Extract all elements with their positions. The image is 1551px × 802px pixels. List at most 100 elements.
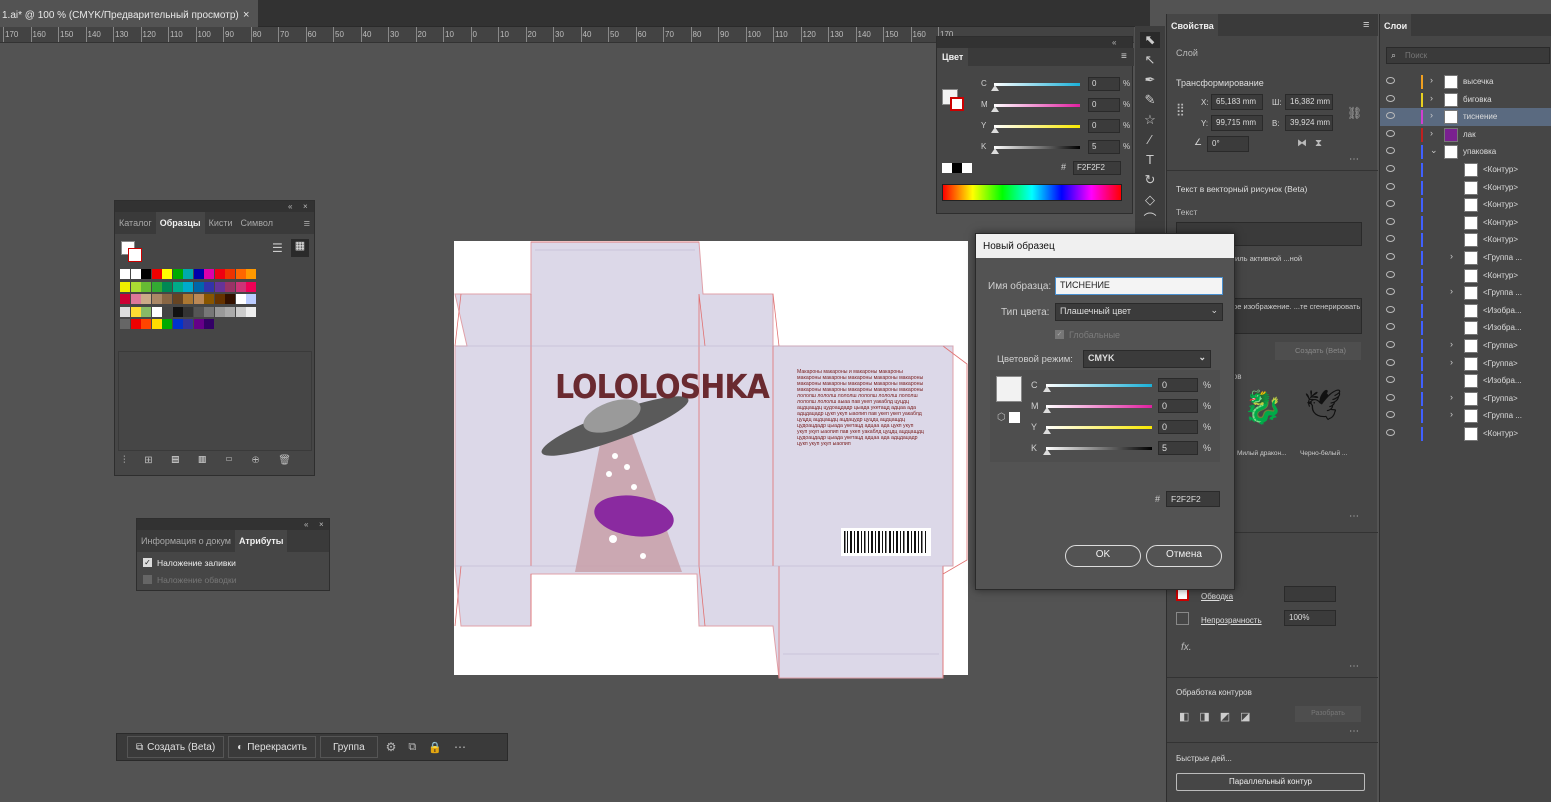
opacity-field[interactable]: 100% — [1284, 610, 1336, 626]
tab-layers[interactable]: Слои — [1380, 14, 1412, 36]
hex-input[interactable]: F2F2F2 — [1166, 491, 1220, 507]
visibility-eye-icon[interactable] — [1386, 94, 1395, 102]
swatch[interactable] — [120, 281, 130, 292]
swatch[interactable] — [141, 269, 151, 279]
channel-slider[interactable] — [1046, 384, 1152, 387]
collapse-icon[interactable]: « — [1112, 38, 1116, 47]
channel-value[interactable]: 0 — [1158, 399, 1198, 413]
swatch[interactable] — [141, 319, 151, 329]
channel-slider[interactable] — [994, 125, 1080, 128]
visibility-eye-icon[interactable] — [1386, 182, 1395, 190]
swatch[interactable] — [162, 269, 172, 279]
angle-field[interactable]: 0° — [1207, 136, 1249, 152]
layer-row[interactable]: › <Группа> — [1380, 355, 1551, 373]
swatch[interactable] — [172, 306, 183, 317]
stroke-swatch[interactable] — [128, 248, 142, 262]
tab-swatches[interactable]: Образцы — [155, 212, 205, 234]
layer-row[interactable]: › высечка — [1380, 73, 1551, 91]
more-options-icon[interactable]: ⋯ — [1349, 726, 1359, 737]
swatch[interactable] — [183, 269, 193, 279]
channel-value[interactable]: 0 — [1088, 119, 1120, 133]
slider-thumb[interactable] — [991, 85, 999, 91]
swatch-name-input[interactable]: ТИСНЕНИЕ — [1055, 277, 1223, 295]
swatch[interactable] — [183, 281, 193, 292]
swatch[interactable] — [193, 306, 204, 317]
swatch[interactable] — [141, 306, 151, 317]
swatch[interactable] — [130, 319, 141, 329]
close-icon[interactable]: × — [319, 520, 324, 529]
global-checkbox[interactable]: ✓ — [1055, 330, 1064, 339]
swatch[interactable] — [204, 281, 214, 292]
cancel-button[interactable]: Отмена — [1146, 545, 1222, 567]
swatch[interactable] — [130, 281, 141, 292]
visibility-eye-icon[interactable] — [1386, 77, 1395, 84]
create-beta-button[interactable]: Создать (Beta) — [1275, 342, 1361, 360]
flip-vertical-icon[interactable]: ⧗ — [1315, 138, 1322, 149]
tab-color[interactable]: Цвет — [937, 48, 969, 66]
stroke-weight-field[interactable] — [1284, 586, 1336, 602]
visibility-eye-icon[interactable] — [1386, 165, 1395, 172]
layer-row[interactable]: › тиснение — [1380, 108, 1551, 126]
group-button[interactable]: Группа — [319, 736, 378, 758]
swatch[interactable] — [162, 294, 172, 304]
channel-slider[interactable] — [1046, 426, 1152, 429]
swatch[interactable] — [204, 319, 214, 329]
document-tab[interactable]: 1.ai* @ 100 % (CMYK/Предварительный прос… — [0, 0, 258, 27]
tab-properties[interactable]: Свойства — [1167, 14, 1218, 36]
layer-row[interactable]: <Изобра... — [1380, 319, 1551, 337]
swatch[interactable] — [130, 306, 141, 317]
visibility-eye-icon[interactable] — [1386, 411, 1395, 419]
h-field[interactable]: 39,924 mm — [1285, 115, 1333, 131]
color-mode-select[interactable]: CMYK ⌄ — [1083, 350, 1211, 368]
visibility-eye-icon[interactable] — [1386, 288, 1395, 296]
chevron-right-icon[interactable]: › — [1450, 339, 1453, 349]
hex-field[interactable]: F2F2F2 — [1073, 161, 1121, 175]
swatch[interactable] — [120, 294, 130, 304]
stroke-label[interactable]: Обводка — [1201, 592, 1233, 601]
channel-value[interactable]: 5 — [1088, 140, 1120, 154]
swatch[interactable] — [246, 281, 256, 292]
swatch[interactable] — [225, 281, 235, 292]
visibility-eye-icon[interactable] — [1386, 305, 1395, 313]
layer-row[interactable]: <Контур> — [1380, 179, 1551, 197]
slider-thumb[interactable] — [991, 106, 999, 112]
visibility-eye-icon[interactable] — [1386, 429, 1395, 436]
swatch[interactable] — [162, 306, 172, 317]
swatch[interactable] — [235, 281, 246, 292]
layer-row[interactable]: › <Группа ... — [1380, 407, 1551, 425]
layer-row[interactable]: <Контур> — [1380, 267, 1551, 285]
swatch[interactable] — [193, 281, 204, 292]
slider-thumb[interactable] — [1043, 407, 1051, 413]
swatch[interactable] — [225, 294, 235, 304]
swatch[interactable] — [151, 281, 162, 292]
text-to-vector-title[interactable]: Текст в векторный рисунок (Beta) — [1176, 184, 1307, 194]
generate-beta-button[interactable]: ⧉ Создать (Beta) — [127, 736, 225, 758]
chevron-down-icon[interactable]: ⌄ — [1430, 145, 1438, 156]
color-type-select[interactable]: Плашечный цвет ⌄ — [1055, 303, 1223, 321]
effects-icon[interactable]: fx. — [1181, 642, 1192, 653]
swatch[interactable] — [120, 306, 130, 317]
swatch[interactable] — [193, 319, 204, 329]
visibility-eye-icon[interactable] — [1386, 376, 1395, 384]
more-options-icon[interactable]: ⋯ — [1349, 154, 1359, 165]
overprint-fill-checkbox[interactable]: ✓ — [143, 558, 152, 567]
ok-button[interactable]: OK — [1065, 545, 1141, 567]
layer-row[interactable]: › <Группа> — [1380, 337, 1551, 355]
visibility-eye-icon[interactable] — [1386, 129, 1395, 137]
chevron-right-icon[interactable]: › — [1450, 357, 1453, 367]
w-field[interactable]: 16,382 mm — [1285, 94, 1333, 110]
swatch[interactable] — [162, 281, 172, 292]
slider-thumb[interactable] — [1043, 428, 1051, 434]
swatch[interactable] — [204, 294, 214, 304]
color-spectrum[interactable] — [942, 184, 1122, 201]
swatch[interactable] — [130, 269, 141, 279]
swatch[interactable] — [151, 294, 162, 304]
visibility-eye-icon[interactable] — [1386, 323, 1395, 331]
layer-row[interactable]: <Контур> — [1380, 196, 1551, 214]
layer-row[interactable]: <Контур> — [1380, 231, 1551, 249]
swatch[interactable] — [235, 306, 246, 317]
grid-view-icon[interactable]: ▦ — [291, 239, 309, 257]
more-options-icon[interactable]: ⋯ — [1349, 511, 1359, 522]
visibility-eye-icon[interactable] — [1386, 200, 1395, 208]
swatch[interactable] — [141, 294, 151, 304]
